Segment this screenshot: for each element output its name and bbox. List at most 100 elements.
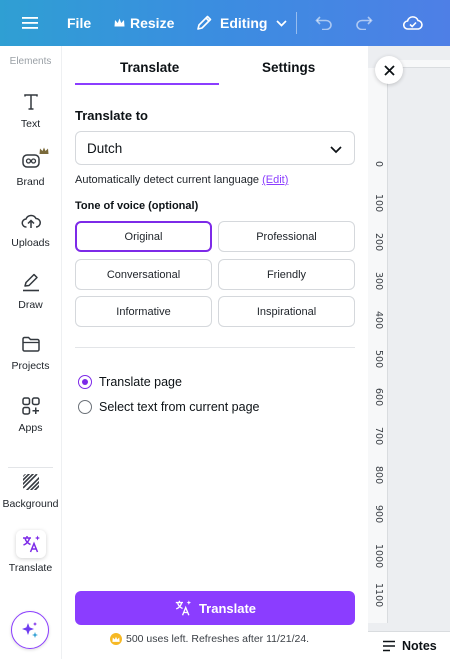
vertical-ruler	[368, 68, 388, 623]
top-bar: File Resize Editing	[0, 0, 450, 46]
ruler-tick-label: 600	[373, 388, 384, 407]
usage-note: 500 uses left. Refreshes after 11/21/24.	[110, 633, 309, 645]
rail-item-projects[interactable]: Projects	[0, 332, 61, 372]
radio-translate-page[interactable]: Translate page	[78, 375, 182, 389]
tone-option-label: Professional	[256, 230, 317, 243]
rail-item-text[interactable]: Text	[0, 90, 61, 130]
close-panel-button[interactable]	[375, 56, 403, 84]
sparkle-icon	[20, 620, 40, 640]
tone-option-informative[interactable]: Informative	[75, 296, 212, 327]
rail-item-brand[interactable]: Brand	[0, 147, 61, 188]
rail-item-elements[interactable]: Elements	[0, 46, 61, 70]
language-select[interactable]: Dutch	[75, 131, 355, 165]
editing-label: Editing	[220, 15, 268, 31]
rail-item-uploads[interactable]: Uploads	[0, 209, 61, 249]
rail-item-label: Draw	[18, 299, 43, 311]
tone-option-conversational[interactable]: Conversational	[75, 259, 212, 290]
notes-button[interactable]: Notes	[368, 631, 450, 659]
folder-icon	[19, 332, 43, 356]
radio-label: Translate page	[99, 375, 182, 389]
rail-item-label: Projects	[11, 360, 50, 372]
radio-label: Select text from current page	[99, 400, 260, 414]
close-icon	[383, 64, 395, 76]
rail-item-draw[interactable]: Draw	[0, 271, 61, 311]
text-icon	[19, 90, 43, 114]
auto-detect-text: Automatically detect current language	[75, 174, 260, 186]
tone-option-label: Friendly	[266, 268, 307, 281]
resize-label: Resize	[130, 15, 175, 31]
tone-option-original[interactable]: Original	[75, 221, 212, 252]
rail-item-label: Brand	[16, 176, 45, 188]
uploads-icon	[19, 209, 43, 233]
tone-of-voice-label: Tone of voice (optional)	[75, 200, 199, 212]
active-tab-indicator	[75, 83, 219, 85]
premium-crown-icon	[39, 142, 49, 160]
chevron-down-icon	[276, 19, 288, 27]
resize-button[interactable]: Resize	[114, 0, 174, 46]
tone-option-friendly[interactable]: Friendly	[218, 259, 355, 290]
tone-option-label: Conversational	[106, 268, 181, 281]
draw-icon	[19, 271, 43, 295]
ruler-tick-label: 1000	[373, 544, 384, 569]
ruler-tick-label: 400	[373, 310, 384, 329]
crown-icon	[114, 18, 125, 28]
ruler-tick-label: 700	[373, 427, 384, 446]
ruler-tick-label: 200	[373, 232, 384, 251]
tone-option-inspirational[interactable]: Inspirational	[218, 296, 355, 327]
ruler-tick-label: 900	[373, 505, 384, 524]
rail-item-label: Apps	[18, 422, 43, 434]
rail-item-label: Background	[2, 498, 59, 510]
redo-icon[interactable]	[355, 0, 373, 46]
translate-to-label: Translate to	[75, 108, 148, 123]
rail-item-apps[interactable]: Apps	[0, 394, 61, 434]
rail-item-label: Text	[20, 118, 41, 130]
tab-settings[interactable]: Settings	[262, 60, 315, 75]
translate-button[interactable]: Translate	[75, 591, 355, 625]
file-menu-label: File	[67, 15, 92, 31]
crown-icon	[110, 633, 122, 645]
brand-icon	[19, 147, 48, 172]
rail-item-translate[interactable]: Translate	[0, 530, 61, 574]
rail-divider	[8, 467, 53, 468]
section-divider	[75, 347, 355, 348]
undo-icon[interactable]	[315, 0, 333, 46]
pencil-icon	[196, 15, 212, 31]
ruler-tick-label: 800	[373, 466, 384, 485]
rail-item-label: Translate	[8, 562, 53, 574]
auto-detect-note: Automatically detect current language (E…	[75, 174, 288, 186]
menu-icon[interactable]	[22, 0, 38, 46]
ruler-tick-label: 1100	[373, 582, 384, 608]
tone-option-label: Inspirational	[256, 305, 317, 318]
notes-icon	[382, 640, 402, 652]
magic-assistant-button[interactable]	[11, 611, 49, 649]
translate-icon	[15, 530, 46, 558]
edit-detect-link[interactable]: (Edit)	[262, 174, 288, 186]
radio-select-text[interactable]: Select text from current page	[78, 400, 260, 414]
tab-translate[interactable]: Translate	[120, 60, 179, 75]
tone-option-label: Original	[124, 230, 163, 243]
usage-text: 500 uses left. Refreshes after 11/21/24.	[126, 633, 310, 645]
ruler-tick-label: 0	[373, 160, 384, 168]
translate-button-label: Translate	[198, 600, 257, 616]
rail-item-elements-label: Elements	[9, 56, 52, 67]
rail-item-label: Uploads	[11, 237, 50, 249]
topbar-divider	[296, 12, 297, 34]
language-select-value: Dutch	[87, 140, 123, 156]
translate-panel: Translate Settings Translate to Dutch Au…	[61, 46, 368, 659]
tone-option-label: Informative	[116, 305, 171, 318]
notes-label: Notes	[402, 638, 437, 653]
cloud-saved-icon[interactable]	[403, 0, 423, 46]
rail-item-background[interactable]: Background	[0, 470, 61, 510]
chevron-down-icon	[330, 142, 342, 157]
background-icon	[19, 470, 43, 494]
ruler-tick-label: 500	[373, 349, 384, 368]
translate-icon	[174, 599, 199, 617]
ruler-tick-label: 300	[373, 271, 384, 290]
radio-button[interactable]	[78, 375, 92, 389]
editing-mode-button[interactable]: Editing	[196, 0, 288, 46]
radio-button[interactable]	[78, 400, 92, 414]
tone-option-professional[interactable]: Professional	[218, 221, 355, 252]
apps-icon	[19, 394, 43, 418]
file-menu-button[interactable]: File	[67, 0, 91, 46]
ruler-tick-label: 100	[373, 193, 384, 213]
